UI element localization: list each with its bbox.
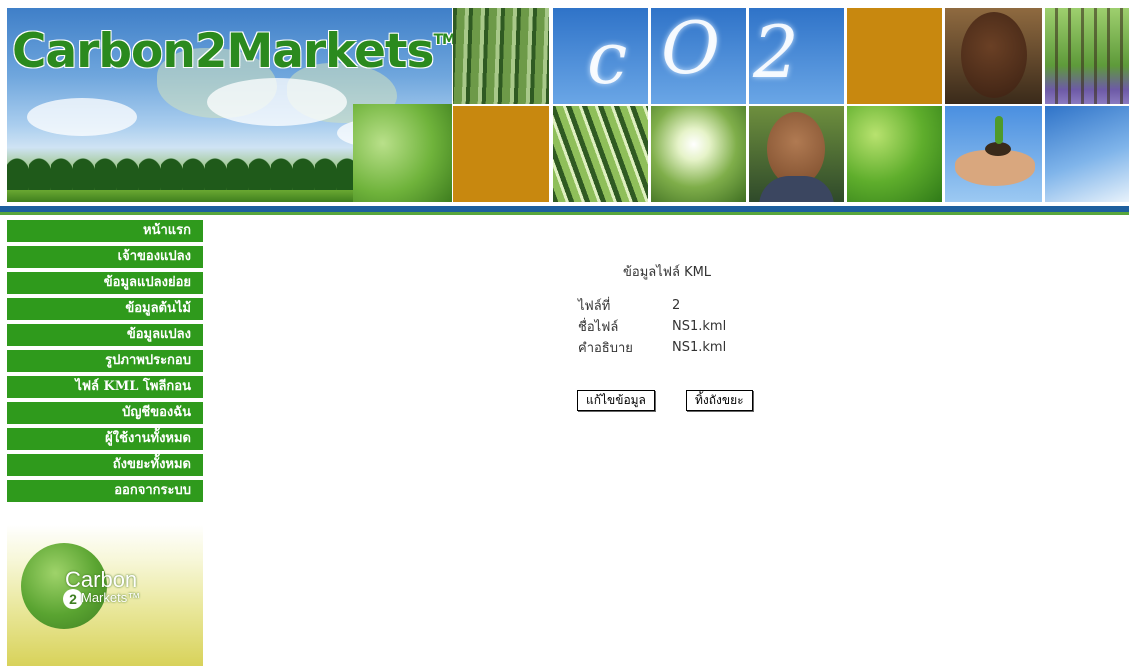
man-portrait-tile bbox=[945, 8, 1042, 104]
sunlit-trees-tile bbox=[651, 106, 746, 202]
sidebar-logo-panel: 2 Carbon Markets™ bbox=[7, 525, 203, 666]
table-row: คำอธิบาย NS1.kml bbox=[578, 337, 726, 358]
table-row: ชื่อไฟล์ NS1.kml bbox=[578, 316, 726, 337]
sky-clouds-tile bbox=[1045, 106, 1129, 202]
sidebar-logo-word: Carbon bbox=[65, 569, 137, 591]
bamboo-photo-tile bbox=[553, 106, 648, 202]
forest-photo-tile bbox=[453, 8, 549, 104]
nav-item-plot-data[interactable]: ข้อมูลแปลง bbox=[7, 324, 203, 346]
file-number-value: 2 bbox=[672, 298, 681, 313]
nav-item-kml-polygon[interactable]: ไฟล์ KML โพลีกอน bbox=[7, 376, 203, 398]
nav-item-logout[interactable]: ออกจากระบบ bbox=[7, 480, 203, 502]
description-value: NS1.kml bbox=[672, 340, 727, 355]
nav-item-all-trash[interactable]: ถังขยะทั้งหมด bbox=[7, 454, 203, 476]
sidebar: หน้าแรก เจ้าของแปลง ข้อมูลแปลงย่อย ข้อมู… bbox=[7, 220, 203, 666]
nav-item-subplot-data[interactable]: ข้อมูลแปลงย่อย bbox=[7, 272, 203, 294]
nav-item-photos[interactable]: รูปภาพประกอบ bbox=[7, 350, 203, 372]
table-row: ไฟล์ที่ 2 bbox=[578, 295, 726, 316]
edit-data-button[interactable]: แก้ไขข้อมูล bbox=[577, 390, 655, 411]
page-title: ข้อมูลไฟล์ KML bbox=[623, 265, 712, 280]
ochre-tile bbox=[847, 8, 942, 104]
sidebar-logo-subword: Markets™ bbox=[81, 591, 140, 604]
trademark-mark: TM bbox=[433, 32, 456, 49]
nav-item-plot-owner[interactable]: เจ้าของแปลง bbox=[7, 246, 203, 268]
nav-item-tree-data[interactable]: ข้อมูลต้นไม้ bbox=[7, 298, 203, 320]
logo-c-letter: C bbox=[65, 567, 81, 592]
file-name-label: ชื่อไฟล์ bbox=[578, 320, 619, 335]
seedling-hands-tile bbox=[945, 106, 1042, 202]
co2-sky-tile-1: c bbox=[553, 8, 648, 104]
file-number-label: ไฟล์ที่ bbox=[578, 299, 611, 314]
header-banner: Carbon2MarketsTM c O 2 bbox=[0, 0, 1129, 206]
nav-item-all-users[interactable]: ผู้ใช้งานทั้งหมด bbox=[7, 428, 203, 450]
logo-digit: 2 bbox=[63, 589, 83, 609]
nav-item-home[interactable]: หน้าแรก bbox=[7, 220, 203, 242]
nav-item-my-account[interactable]: บัญชีของฉัน bbox=[7, 402, 203, 424]
bluebell-forest-tile bbox=[1045, 8, 1129, 104]
ochre-tile-2 bbox=[453, 106, 549, 202]
co2-sky-tile-3: 2 bbox=[749, 8, 844, 104]
move-to-trash-button[interactable]: ทิ้งถังขยะ bbox=[686, 390, 753, 411]
file-name-value: NS1.kml bbox=[672, 319, 727, 334]
co2-letter-2: 2 bbox=[753, 10, 799, 94]
sidebar-nav: หน้าแรก เจ้าของแปลง ข้อมูลแปลงย่อย ข้อมู… bbox=[7, 220, 203, 502]
logo-line2: Markets bbox=[81, 590, 128, 605]
brand-name: Carbon2Markets bbox=[12, 24, 434, 79]
co2-sky-tile-2: O bbox=[651, 8, 746, 104]
woman-portrait-tile bbox=[749, 106, 844, 202]
logo-line1: arbon bbox=[80, 567, 138, 592]
co2-letter-o: O bbox=[661, 8, 721, 90]
kml-info-table: ไฟล์ที่ 2 ชื่อไฟล์ NS1.kml คำอธิบาย NS1.… bbox=[578, 295, 726, 358]
description-label: คำอธิบาย bbox=[578, 341, 633, 356]
logo-tm: ™ bbox=[127, 590, 141, 605]
leaves-tile bbox=[847, 106, 942, 202]
main-content: ข้อมูลไฟล์ KML ไฟล์ที่ 2 ชื่อไฟล์ NS1.km… bbox=[203, 215, 1129, 666]
co2-letter-c: c bbox=[587, 16, 628, 100]
brand-logo[interactable]: Carbon2MarketsTM bbox=[12, 24, 456, 79]
